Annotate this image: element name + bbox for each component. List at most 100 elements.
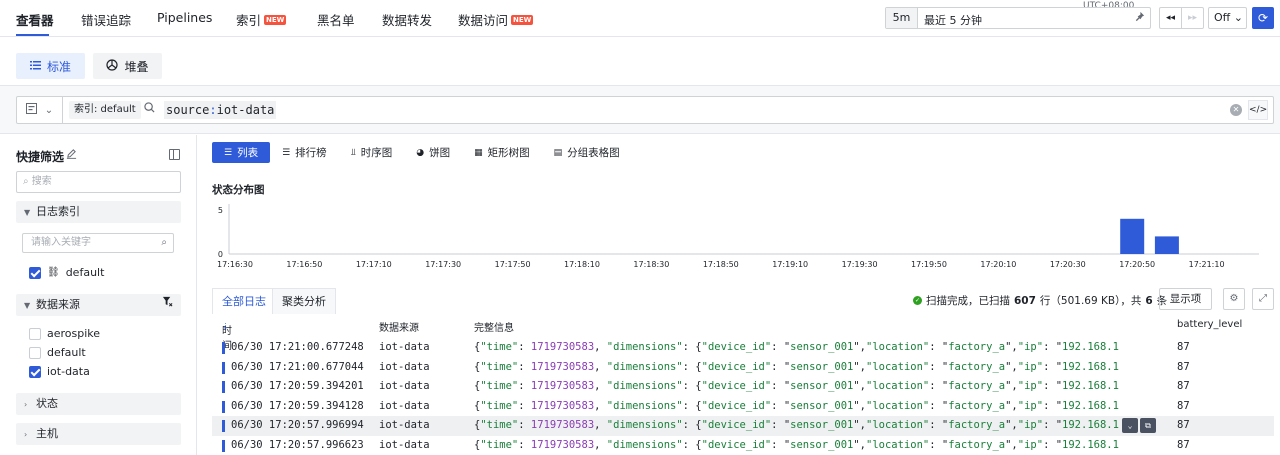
chart-tab-pie[interactable]: ◕ 饼图 <box>404 142 462 163</box>
time-range-picker[interactable]: 5m 最近 5 分钟 <box>885 7 1151 29</box>
nav-tab-index[interactable]: 索引 NEW <box>236 10 287 29</box>
table-row[interactable]: 06/30 17:20:57.996623 iot-data {"time": 17… <box>212 436 1274 455</box>
timeseries-icon: ⫫ <box>350 147 356 158</box>
top-nav: 查看器 错误追踪 Pipelines 索引 NEW 黑名单 数据转发 数据访问 NE… <box>0 0 1280 37</box>
sort-icon[interactable]: ⇣ <box>222 322 229 331</box>
expand-icon[interactable]: ⌄ <box>1122 418 1138 434</box>
treemap-icon: ▦ <box>474 147 483 158</box>
cell-source: iot-data <box>379 419 430 432</box>
display-columns-button[interactable]: 显示项 <box>1159 288 1212 310</box>
nav-tab-viewer[interactable]: 查看器 <box>16 10 54 29</box>
x-tick-label: 17:18:10 <box>564 260 600 269</box>
cell-source: iot-data <box>379 380 430 393</box>
view-tab-standard[interactable]: 标准 <box>16 53 85 79</box>
chart-title: 状态分布图 <box>212 184 265 196</box>
filter-option-default-index[interactable]: ⛓ default <box>29 266 104 279</box>
x-tick-label: 17:18:30 <box>633 260 669 269</box>
filter-option-iot-data[interactable]: iot-data <box>29 365 90 378</box>
nav-tab-data-access[interactable]: 数据访问 NEW <box>458 10 534 29</box>
auto-refresh-select[interactable]: Off ⌄ <box>1208 7 1247 29</box>
cell-battery: 87 <box>1177 341 1190 353</box>
new-badge: NEW <box>511 14 534 25</box>
index-tag[interactable]: 索引: default <box>69 101 141 119</box>
chart-tab-ranking[interactable]: ☰ 排行榜 <box>270 142 339 163</box>
nav-active-indicator <box>16 34 49 36</box>
nav-tab-pipelines[interactable]: Pipelines <box>157 10 212 25</box>
quick-filter-sidebar: 快捷筛选 ⌕ 搜索 ▼ 日志索引 请输入关键字 ⌕ ⛓ default ▼ 数据来源… <box>0 135 197 455</box>
query-mode-select[interactable]: ⌄ <box>17 97 63 123</box>
filter-clear-icon[interactable] <box>162 294 173 316</box>
cell-time: 06/30 17:20:57.996994 <box>231 419 364 432</box>
query-input[interactable]: source:iot-data <box>164 101 277 119</box>
nav-tab-error-tracking[interactable]: 错误追踪 <box>81 10 131 29</box>
x-tick-label: 17:19:30 <box>842 260 878 269</box>
sidebar-title: 快捷筛选 <box>16 150 65 164</box>
x-tick-label: 17:16:30 <box>217 260 253 269</box>
chart-tab-list[interactable]: ☰ 列表 <box>212 142 271 163</box>
filter-group-source[interactable]: ▼ 数据来源 <box>16 294 181 316</box>
filter-option-aerospike[interactable]: aerospike <box>29 327 100 340</box>
clear-icon[interactable]: ✕ <box>1230 104 1242 116</box>
filter-group-host[interactable]: › 主机 <box>16 423 181 445</box>
table-header: 时间 ⇣ 数据来源 完整信息 battery_level <box>222 319 1243 352</box>
cell-source: iot-data <box>379 439 430 451</box>
chart-tab-group-table[interactable]: ▤ 分组表格图 <box>542 142 632 163</box>
search-icon <box>144 102 155 116</box>
cell-source: iot-data <box>379 399 430 412</box>
settings-icon[interactable]: ⚙ <box>1223 288 1245 310</box>
table-row[interactable]: 06/30 17:21:00.677248 iot-data {"time": 17… <box>212 338 1274 358</box>
chart-type-tabs: ☰ 列表 ☰ 排行榜 ⫫ 时序图 ◕ 饼图 ▦ 矩形树图 ▤ 分组表格图 <box>212 142 632 163</box>
link-icon: ⛓ <box>47 267 60 278</box>
cell-message: {"time": 1719730583, "dimensions": {"dev… <box>474 419 1120 432</box>
cell-battery: 87 <box>1177 360 1190 373</box>
column-header-source[interactable]: 数据来源 <box>379 319 419 334</box>
status-indicator <box>222 400 225 413</box>
check-icon: ✓ <box>913 296 922 305</box>
checkbox[interactable] <box>29 327 41 340</box>
table-row[interactable]: 06/30 17:20:59.394128 iot-data {"time": 17… <box>212 397 1274 417</box>
chart-tab-treemap[interactable]: ▦ 矩形树图 <box>462 142 542 163</box>
time-forward-button[interactable]: ▸▸ <box>1182 8 1203 28</box>
status-indicator <box>222 361 225 374</box>
search-icon: ⌕ <box>161 237 167 248</box>
pin-icon[interactable] <box>1134 11 1145 25</box>
x-tick-label: 17:20:50 <box>1119 260 1155 269</box>
table-row[interactable]: 06/30 17:20:59.394201 iot-data {"time": 17… <box>212 377 1274 397</box>
table-row[interactable]: 06/30 17:20:57.996994 iot-data {"time": 17… <box>212 416 1274 436</box>
log-tab-all[interactable]: 全部日志 <box>212 288 276 314</box>
cell-time: 06/30 17:21:00.677044 <box>231 360 364 373</box>
sidebar-search-input[interactable]: ⌕ 搜索 <box>16 171 181 193</box>
nav-tab-data-forward[interactable]: 数据转发 <box>382 10 432 29</box>
filter-group-status[interactable]: › 状态 <box>16 393 181 415</box>
copy-icon[interactable]: ⧉ <box>1140 418 1156 434</box>
chart-bar[interactable] <box>1154 236 1179 254</box>
time-back-button[interactable]: ◂◂ <box>1160 8 1182 28</box>
edit-icon[interactable] <box>66 148 77 162</box>
quick-range-button[interactable]: 5m <box>886 8 918 28</box>
keyword-input[interactable]: 请输入关键字 ⌕ <box>22 233 174 253</box>
search-icon: ⌕ <box>23 176 29 187</box>
log-tab-cluster[interactable]: 聚类分析 <box>272 288 336 314</box>
table-icon: ▤ <box>553 147 563 158</box>
x-tick-label: 17:20:10 <box>980 260 1016 269</box>
column-header-message[interactable]: 完整信息 <box>474 319 514 334</box>
cell-message: {"time": 1719730583, "dimensions": {"dev… <box>474 341 1120 353</box>
checkbox[interactable] <box>29 346 41 359</box>
checkbox[interactable] <box>29 365 41 378</box>
x-tick-label: 17:19:50 <box>911 260 947 269</box>
refresh-icon[interactable]: ⟳ <box>1252 7 1274 29</box>
column-header-battery[interactable]: battery_level <box>1177 319 1242 330</box>
view-tab-stack[interactable]: 堆叠 <box>93 53 162 79</box>
chart-tab-timeseries[interactable]: ⫫ 时序图 <box>339 142 405 163</box>
fullscreen-icon[interactable]: ⤢ <box>1252 288 1274 310</box>
table-row[interactable]: 06/30 17:21:00.677044 iot-data {"time": 17… <box>212 358 1274 378</box>
filter-group-log-index[interactable]: ▼ 日志索引 <box>16 201 181 223</box>
list-icon <box>29 59 41 73</box>
chart-bar[interactable] <box>1120 218 1145 254</box>
filter-option-default[interactable]: default <box>29 346 86 359</box>
query-bar[interactable]: ⌄ 索引: default source:iot-data ✕ </> <box>16 96 1274 124</box>
nav-tab-blacklist[interactable]: 黑名单 <box>317 10 355 29</box>
code-icon[interactable]: </> <box>1248 100 1268 120</box>
collapse-sidebar-icon[interactable] <box>169 149 180 160</box>
checkbox[interactable] <box>29 266 41 279</box>
